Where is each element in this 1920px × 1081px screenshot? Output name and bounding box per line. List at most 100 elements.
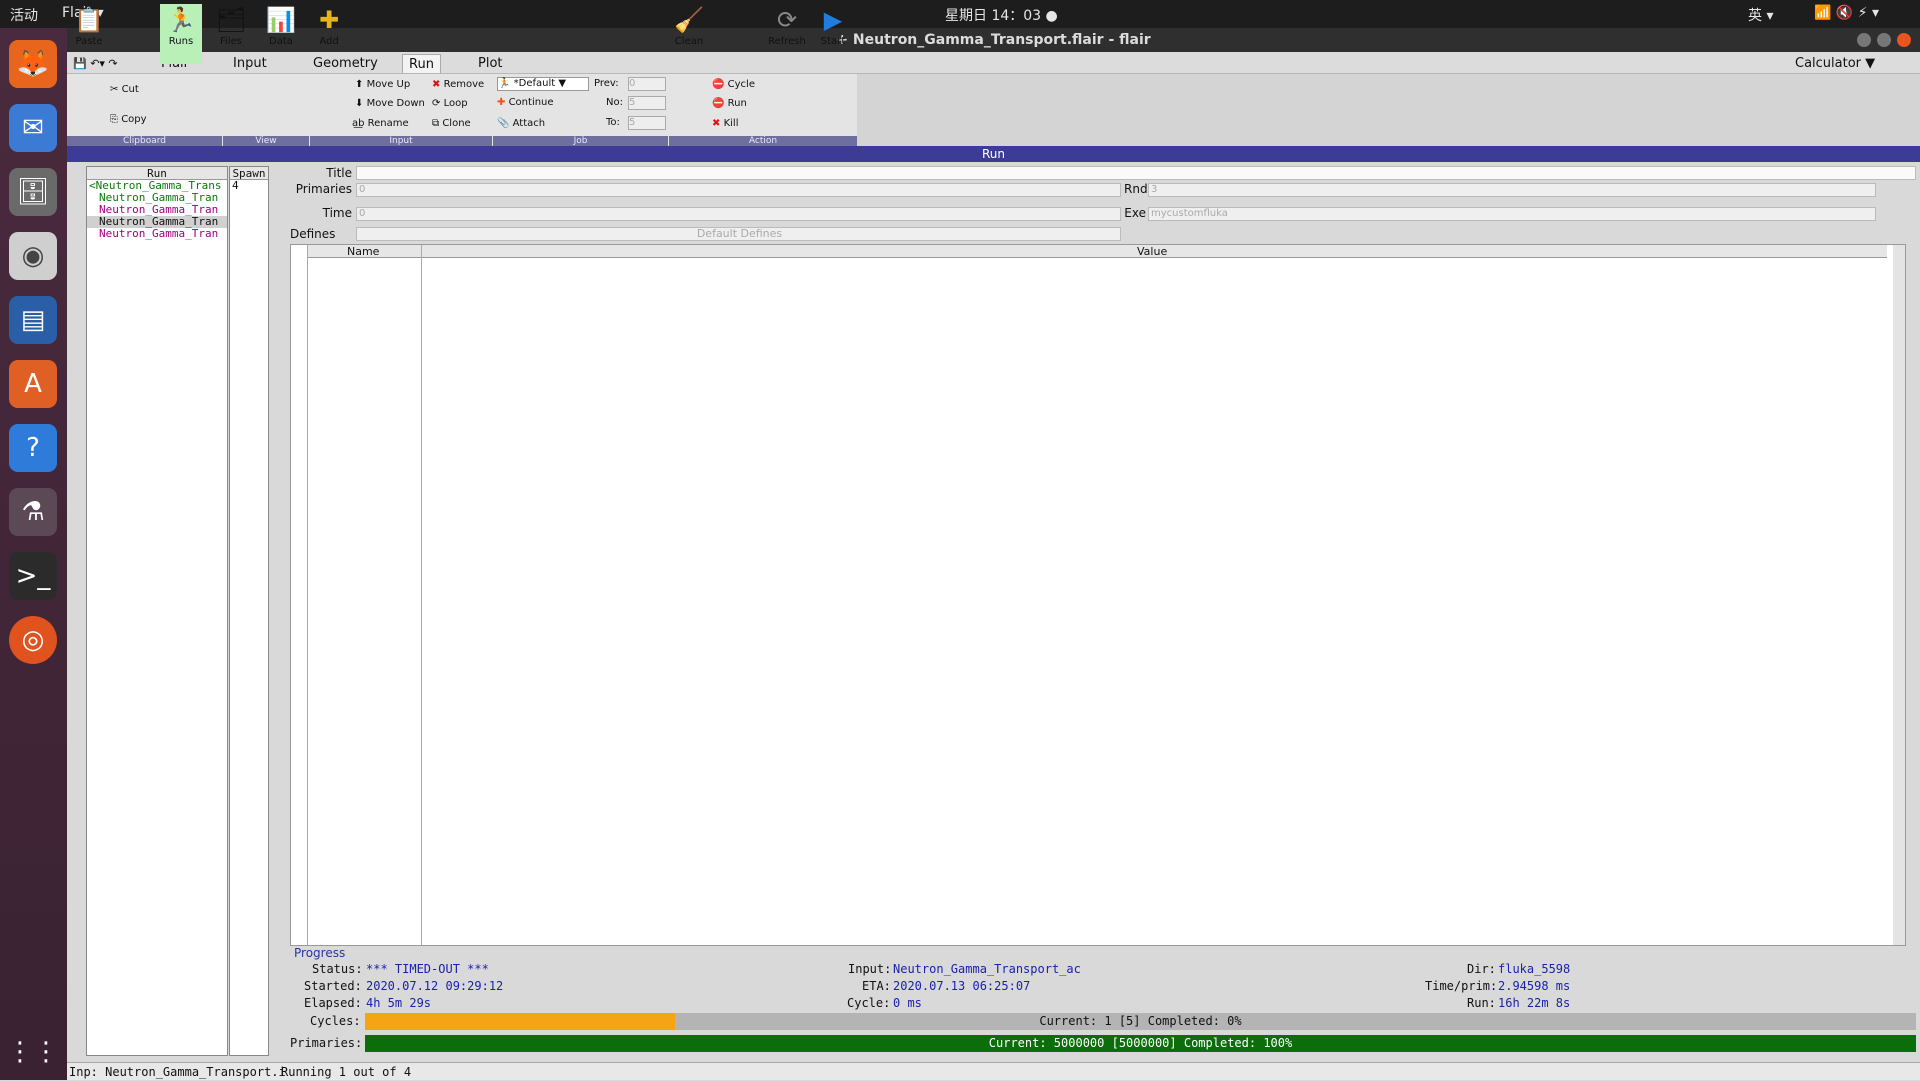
tree-item[interactable]: Neutron_Gamma_Tran bbox=[87, 228, 227, 240]
col-name[interactable]: Name bbox=[347, 245, 379, 258]
progress-legend: Progress bbox=[294, 946, 346, 960]
move-down-button[interactable]: ⬇ Move Down bbox=[355, 98, 425, 109]
status-label: Status: bbox=[312, 962, 363, 976]
attach-button[interactable]: 📎 Attach bbox=[497, 118, 545, 129]
time-prim-label: Time/prim: bbox=[1425, 979, 1498, 993]
copy-button[interactable]: ⎘ Copy bbox=[110, 114, 147, 125]
run-tree[interactable]: Run <Neutron_Gamma_Trans Neutron_Gamma_T… bbox=[86, 166, 228, 1056]
time-field[interactable]: 0 bbox=[356, 207, 1121, 221]
clone-button[interactable]: ⧉ Clone bbox=[432, 118, 471, 129]
tab-geometry[interactable]: Geometry bbox=[307, 54, 384, 73]
window-title: + Neutron_Gamma_Transport.flair - flair bbox=[836, 32, 1151, 48]
help-icon[interactable]: ? bbox=[9, 424, 57, 472]
dir-value: fluka_5598 bbox=[1498, 962, 1571, 976]
dir-label: Dir: bbox=[1467, 962, 1496, 976]
move-up-button[interactable]: ⬆ Move Up bbox=[355, 79, 410, 90]
cut-button[interactable]: ✂ Cut bbox=[110, 84, 139, 95]
tab-plot[interactable]: Plot bbox=[472, 54, 509, 73]
run-stop-button[interactable]: ⛔ Run bbox=[712, 98, 747, 109]
activities-button[interactable]: 活动 bbox=[10, 5, 38, 25]
terminal-icon[interactable]: >_ bbox=[9, 552, 57, 600]
no-spinbox[interactable]: 5 bbox=[628, 96, 666, 110]
profile-select[interactable]: 🏃 *Default ▼ bbox=[497, 77, 589, 91]
data-icon: 📊 bbox=[266, 6, 296, 34]
data-button[interactable]: 📊 Data bbox=[260, 4, 302, 47]
col-value[interactable]: Value bbox=[1137, 245, 1167, 258]
tab-run[interactable]: Run bbox=[402, 54, 441, 73]
tree-item[interactable]: <Neutron_Gamma_Trans bbox=[87, 180, 227, 192]
tab-input[interactable]: Input bbox=[227, 54, 273, 73]
refresh-button[interactable]: ⟳ Refresh bbox=[766, 4, 808, 47]
status-message: Running 1 out of 4 bbox=[281, 1065, 412, 1079]
paste-button[interactable]: 📋 Paste bbox=[68, 4, 110, 47]
rnd-field[interactable]: 3 bbox=[1148, 183, 1876, 197]
clean-button[interactable]: 🧹 Clean bbox=[668, 4, 710, 47]
col-divider bbox=[307, 245, 308, 945]
files-button[interactable]: 🗂 Files bbox=[210, 4, 252, 47]
cycles-progress-fill bbox=[365, 1013, 676, 1030]
time-label: Time bbox=[322, 206, 352, 220]
primaries-progress-text: Current: 5000000 [5000000] Completed: 10… bbox=[988, 1036, 1293, 1050]
table-scrollbar[interactable] bbox=[1893, 245, 1905, 945]
cycle-stop-button[interactable]: ⛔ Cycle bbox=[712, 79, 755, 90]
primaries-progress-bar: Current: 5000000 [5000000] Completed: 10… bbox=[365, 1035, 1916, 1052]
ubuntu-icon[interactable]: ◎ bbox=[9, 616, 57, 664]
col-spawn[interactable]: Spawn bbox=[230, 167, 268, 180]
refresh-icon: ⟳ bbox=[776, 6, 798, 34]
cycle-value: 0 ms bbox=[893, 996, 922, 1010]
minimize-icon[interactable] bbox=[1857, 33, 1871, 47]
kill-button[interactable]: ✖ Kill bbox=[712, 118, 738, 129]
add-button[interactable]: ✚ Add bbox=[308, 4, 350, 47]
files-icon: 🗂 bbox=[215, 6, 247, 34]
group-job: Job bbox=[493, 136, 668, 146]
dock: 🦊 ✉ 🗄 ◉ ▤ A ? ⚗ >_ ◎ ⋮⋮ bbox=[0, 28, 67, 1080]
quick-toolbar-icons[interactable]: 💾 ↶▾ ↷ bbox=[67, 54, 124, 73]
play-icon: ▶ bbox=[823, 6, 843, 34]
files-icon[interactable]: 🗄 bbox=[9, 168, 57, 216]
group-view: View bbox=[223, 136, 309, 146]
maximize-icon[interactable] bbox=[1877, 33, 1891, 47]
time-prim-value: 2.94598 ms bbox=[1498, 979, 1571, 993]
prev-spinbox[interactable]: 0 bbox=[628, 77, 666, 91]
plus-icon: ✚ bbox=[318, 6, 340, 34]
calculator-menu[interactable]: Calculator ▼ bbox=[1789, 54, 1881, 73]
show-apps-icon[interactable]: ⋮⋮ bbox=[7, 1028, 59, 1076]
group-input: Input bbox=[310, 136, 492, 146]
clock[interactable]: 星期日 14：03 ● bbox=[945, 5, 1058, 25]
start-button[interactable]: ▶ Start bbox=[812, 4, 854, 47]
rename-button[interactable]: a͟b Rename bbox=[352, 118, 409, 129]
runs-button[interactable]: 🏃 Runs bbox=[160, 4, 202, 64]
writer-icon[interactable]: ▤ bbox=[9, 296, 57, 344]
mail-icon[interactable]: ✉ bbox=[9, 104, 57, 152]
continue-button[interactable]: ✚ Continue bbox=[497, 97, 554, 108]
title-label: Title bbox=[326, 166, 352, 180]
firefox-icon[interactable]: 🦊 bbox=[9, 40, 57, 88]
defines-table[interactable]: Name Value bbox=[290, 244, 1906, 946]
loop-button[interactable]: ⟳ Loop bbox=[432, 98, 468, 109]
remove-button[interactable]: ✖ Remove bbox=[432, 79, 484, 90]
rnd-label: Rnd bbox=[1124, 182, 1148, 196]
ribbon-empty bbox=[857, 74, 1920, 146]
col-run[interactable]: Run bbox=[87, 167, 227, 180]
primaries-field[interactable]: 0 bbox=[356, 183, 1121, 197]
input-value: Neutron_Gamma_Transport_ac bbox=[893, 962, 1081, 976]
close-icon[interactable] bbox=[1897, 33, 1911, 47]
group-clipboard: Clipboard bbox=[67, 136, 222, 146]
input-method[interactable]: 英 ▾ bbox=[1748, 5, 1773, 25]
tree-item[interactable]: Neutron_Gamma_Tran bbox=[87, 204, 227, 216]
system-tray-icons[interactable]: 📶 🔇 ⚡ ▾ bbox=[1814, 5, 1879, 21]
tree-item[interactable]: Neutron_Gamma_Tran bbox=[87, 192, 227, 204]
tree-item[interactable]: Neutron_Gamma_Tran bbox=[87, 216, 227, 228]
group-action: Action bbox=[669, 136, 857, 146]
software-center-icon[interactable]: A bbox=[9, 360, 57, 408]
title-field[interactable] bbox=[356, 166, 1916, 180]
cycles-label: Cycles: bbox=[310, 1014, 361, 1028]
default-defines-button[interactable]: Default Defines bbox=[356, 227, 1121, 241]
exe-field[interactable]: mycustomfluka bbox=[1148, 207, 1876, 221]
music-icon[interactable]: ◉ bbox=[9, 232, 57, 280]
primaries-progress-label: Primaries: bbox=[290, 1036, 363, 1050]
run-value: 16h 22m 8s bbox=[1498, 996, 1571, 1010]
flair-icon[interactable]: ⚗ bbox=[9, 488, 57, 536]
no-label: No: bbox=[606, 97, 623, 108]
to-spinbox[interactable]: 5 bbox=[628, 116, 666, 130]
